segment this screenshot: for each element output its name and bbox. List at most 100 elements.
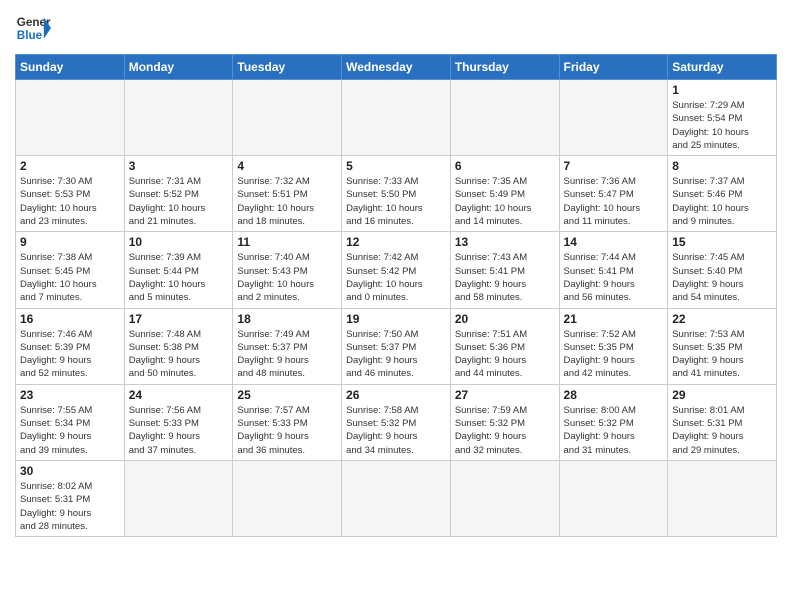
calendar-cell: 23 Sunrise: 7:55 AM Sunset: 5:34 PM Dayli… bbox=[16, 384, 125, 460]
day-info: Sunrise: 7:58 AM Sunset: 5:32 PM Dayligh… bbox=[346, 404, 446, 457]
day-info: Sunrise: 7:35 AM Sunset: 5:49 PM Dayligh… bbox=[455, 175, 555, 228]
weekday-tuesday: Tuesday bbox=[233, 55, 342, 80]
calendar-cell: 5 Sunrise: 7:33 AM Sunset: 5:50 PM Daylig… bbox=[342, 156, 451, 232]
calendar-cell bbox=[450, 80, 559, 156]
calendar-cell bbox=[342, 460, 451, 536]
calendar-cell: 7Sunrise: 7:36 AM Sunset: 5:47 PM Daylig… bbox=[559, 156, 668, 232]
day-info: Sunrise: 7:57 AM Sunset: 5:33 PM Dayligh… bbox=[237, 404, 337, 457]
header: General Blue bbox=[15, 10, 777, 46]
day-info: Sunrise: 7:49 AM Sunset: 5:37 PM Dayligh… bbox=[237, 328, 337, 381]
day-number: 17 bbox=[129, 312, 229, 326]
calendar-cell bbox=[450, 460, 559, 536]
day-info: Sunrise: 7:32 AM Sunset: 5:51 PM Dayligh… bbox=[237, 175, 337, 228]
calendar-cell: 14 Sunrise: 7:44 AM Sunset: 5:41 PM Dayli… bbox=[559, 232, 668, 308]
day-info: Sunrise: 7:30 AM Sunset: 5:53 PM Dayligh… bbox=[20, 175, 120, 228]
day-number: 29 bbox=[672, 388, 772, 402]
calendar-cell: 10 Sunrise: 7:39 AM Sunset: 5:44 PM Dayli… bbox=[124, 232, 233, 308]
weekday-friday: Friday bbox=[559, 55, 668, 80]
day-info: Sunrise: 7:51 AM Sunset: 5:36 PM Dayligh… bbox=[455, 328, 555, 381]
calendar-cell: 30 Sunrise: 8:02 AM Sunset: 5:31 PM Dayli… bbox=[16, 460, 125, 536]
calendar-cell bbox=[342, 80, 451, 156]
calendar-cell: 8 Sunrise: 7:37 AM Sunset: 5:46 PM Daylig… bbox=[668, 156, 777, 232]
day-number: 9 bbox=[20, 235, 120, 249]
calendar-cell: 21 Sunrise: 7:52 AM Sunset: 5:35 PM Dayli… bbox=[559, 308, 668, 384]
day-info: Sunrise: 7:44 AM Sunset: 5:41 PM Dayligh… bbox=[564, 251, 664, 304]
day-number: 4 bbox=[237, 159, 337, 173]
day-number: 11 bbox=[237, 235, 337, 249]
weekday-monday: Monday bbox=[124, 55, 233, 80]
calendar-cell: 12Sunrise: 7:42 AM Sunset: 5:42 PM Dayli… bbox=[342, 232, 451, 308]
calendar-cell: 2 Sunrise: 7:30 AM Sunset: 5:53 PM Daylig… bbox=[16, 156, 125, 232]
day-number: 13 bbox=[455, 235, 555, 249]
calendar-cell: 11 Sunrise: 7:40 AM Sunset: 5:43 PM Dayli… bbox=[233, 232, 342, 308]
weekday-wednesday: Wednesday bbox=[342, 55, 451, 80]
day-info: Sunrise: 7:39 AM Sunset: 5:44 PM Dayligh… bbox=[129, 251, 229, 304]
calendar-cell: 4 Sunrise: 7:32 AM Sunset: 5:51 PM Daylig… bbox=[233, 156, 342, 232]
day-number: 27 bbox=[455, 388, 555, 402]
day-number: 3 bbox=[129, 159, 229, 173]
day-number: 5 bbox=[346, 159, 446, 173]
calendar-cell: 1Sunrise: 7:29 AM Sunset: 5:54 PM Daylig… bbox=[668, 80, 777, 156]
day-number: 2 bbox=[20, 159, 120, 173]
day-number: 16 bbox=[20, 312, 120, 326]
day-info: Sunrise: 8:02 AM Sunset: 5:31 PM Dayligh… bbox=[20, 480, 120, 533]
calendar-cell: 22 Sunrise: 7:53 AM Sunset: 5:35 PM Dayli… bbox=[668, 308, 777, 384]
day-number: 6 bbox=[455, 159, 555, 173]
calendar-cell: 9 Sunrise: 7:38 AM Sunset: 5:45 PM Daylig… bbox=[16, 232, 125, 308]
day-number: 14 bbox=[564, 235, 664, 249]
day-number: 18 bbox=[237, 312, 337, 326]
calendar-cell bbox=[233, 80, 342, 156]
day-info: Sunrise: 7:46 AM Sunset: 5:39 PM Dayligh… bbox=[20, 328, 120, 381]
calendar-cell: 29 Sunrise: 8:01 AM Sunset: 5:31 PM Dayli… bbox=[668, 384, 777, 460]
calendar-cell: 6 Sunrise: 7:35 AM Sunset: 5:49 PM Daylig… bbox=[450, 156, 559, 232]
weekday-saturday: Saturday bbox=[668, 55, 777, 80]
day-info: Sunrise: 7:40 AM Sunset: 5:43 PM Dayligh… bbox=[237, 251, 337, 304]
weekday-sunday: Sunday bbox=[16, 55, 125, 80]
day-number: 24 bbox=[129, 388, 229, 402]
weekday-thursday: Thursday bbox=[450, 55, 559, 80]
weekday-header-row: SundayMondayTuesdayWednesdayThursdayFrid… bbox=[16, 55, 777, 80]
day-info: Sunrise: 7:38 AM Sunset: 5:45 PM Dayligh… bbox=[20, 251, 120, 304]
calendar-cell bbox=[233, 460, 342, 536]
calendar-cell: 17 Sunrise: 7:48 AM Sunset: 5:38 PM Dayli… bbox=[124, 308, 233, 384]
day-info: Sunrise: 7:37 AM Sunset: 5:46 PM Dayligh… bbox=[672, 175, 772, 228]
day-number: 8 bbox=[672, 159, 772, 173]
day-info: Sunrise: 7:31 AM Sunset: 5:52 PM Dayligh… bbox=[129, 175, 229, 228]
calendar-cell: 19Sunrise: 7:50 AM Sunset: 5:37 PM Dayli… bbox=[342, 308, 451, 384]
day-info: Sunrise: 7:59 AM Sunset: 5:32 PM Dayligh… bbox=[455, 404, 555, 457]
calendar-cell: 24 Sunrise: 7:56 AM Sunset: 5:33 PM Dayli… bbox=[124, 384, 233, 460]
day-number: 22 bbox=[672, 312, 772, 326]
day-number: 28 bbox=[564, 388, 664, 402]
calendar-cell bbox=[668, 460, 777, 536]
calendar-table: SundayMondayTuesdayWednesdayThursdayFrid… bbox=[15, 54, 777, 537]
day-info: Sunrise: 8:00 AM Sunset: 5:32 PM Dayligh… bbox=[564, 404, 664, 457]
day-number: 26 bbox=[346, 388, 446, 402]
calendar-cell: 18 Sunrise: 7:49 AM Sunset: 5:37 PM Dayli… bbox=[233, 308, 342, 384]
day-info: Sunrise: 7:55 AM Sunset: 5:34 PM Dayligh… bbox=[20, 404, 120, 457]
day-info: Sunrise: 8:01 AM Sunset: 5:31 PM Dayligh… bbox=[672, 404, 772, 457]
day-number: 23 bbox=[20, 388, 120, 402]
logo: General Blue bbox=[15, 10, 51, 46]
calendar-cell: 27 Sunrise: 7:59 AM Sunset: 5:32 PM Dayli… bbox=[450, 384, 559, 460]
day-info: Sunrise: 7:53 AM Sunset: 5:35 PM Dayligh… bbox=[672, 328, 772, 381]
logo-icon: General Blue bbox=[15, 10, 51, 46]
day-info: Sunrise: 7:42 AM Sunset: 5:42 PM Dayligh… bbox=[346, 251, 446, 304]
day-info: Sunrise: 7:45 AM Sunset: 5:40 PM Dayligh… bbox=[672, 251, 772, 304]
calendar-cell: 13Sunrise: 7:43 AM Sunset: 5:41 PM Dayli… bbox=[450, 232, 559, 308]
day-number: 21 bbox=[564, 312, 664, 326]
day-number: 30 bbox=[20, 464, 120, 478]
calendar-cell: 26 Sunrise: 7:58 AM Sunset: 5:32 PM Dayli… bbox=[342, 384, 451, 460]
calendar-cell: 3 Sunrise: 7:31 AM Sunset: 5:52 PM Daylig… bbox=[124, 156, 233, 232]
day-info: Sunrise: 7:52 AM Sunset: 5:35 PM Dayligh… bbox=[564, 328, 664, 381]
calendar-cell bbox=[124, 460, 233, 536]
day-number: 19 bbox=[346, 312, 446, 326]
day-number: 15 bbox=[672, 235, 772, 249]
calendar-cell: 20Sunrise: 7:51 AM Sunset: 5:36 PM Dayli… bbox=[450, 308, 559, 384]
day-info: Sunrise: 7:33 AM Sunset: 5:50 PM Dayligh… bbox=[346, 175, 446, 228]
calendar-cell bbox=[16, 80, 125, 156]
day-info: Sunrise: 7:56 AM Sunset: 5:33 PM Dayligh… bbox=[129, 404, 229, 457]
calendar-cell bbox=[559, 460, 668, 536]
day-info: Sunrise: 7:48 AM Sunset: 5:38 PM Dayligh… bbox=[129, 328, 229, 381]
day-number: 10 bbox=[129, 235, 229, 249]
calendar-cell: 25Sunrise: 7:57 AM Sunset: 5:33 PM Dayli… bbox=[233, 384, 342, 460]
